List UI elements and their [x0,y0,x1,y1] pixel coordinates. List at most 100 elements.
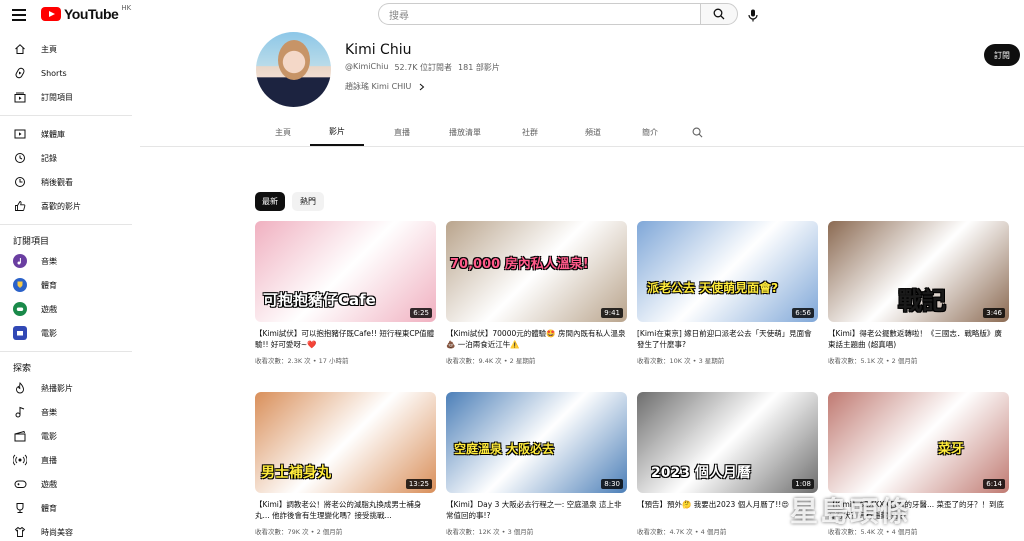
video-title[interactable]: [Kimi在東京] 嫁日前迎口派老公去「天使萌」見面會發生了什麼事? [637,328,818,350]
search-button[interactable] [700,3,738,25]
sports-channel-icon [13,278,27,292]
shorts-icon [13,66,27,80]
sidebar-item-fashion[interactable]: 時尚美容 [0,520,132,541]
like-icon [13,199,27,213]
thumbnail-caption: 2023 個人月曆 [651,465,751,481]
video-thumbnail[interactable]: 空庭溫泉 大阪必去 8:30 [446,392,627,493]
music-icon [13,405,27,419]
trophy-icon [13,501,27,515]
mic-button[interactable] [744,6,762,24]
tab-search[interactable] [684,118,710,146]
youtube-play-icon [41,7,61,21]
video-duration: 6:56 [792,308,814,318]
video-meta: 收看次數：5.1K 次 • 2 個月前 [828,357,918,365]
sidebar-item-label: 遊戲 [41,479,57,489]
sidebar-item-liked[interactable]: 喜歡的影片 [0,194,132,218]
video-meta: 收看次數：2.3K 次 • 17 小時前 [255,357,349,365]
thumbnail-caption: 可抱抱豬仔Cafe [263,291,376,309]
sidebar-item-label: 訂閱項目 [41,92,73,102]
sidebar-sub-gaming[interactable]: 遊戲 [0,297,132,321]
sidebar-item-watch-later[interactable]: 稍後觀看 [0,170,132,194]
sidebar-item-subscriptions[interactable]: 訂閱項目 [0,85,132,109]
video-card[interactable]: 可抱抱豬仔Cafe 6:25 【Kimi試伏】可以抱抱豬仔既Cafe!! 短行程東C… [255,221,436,365]
tab-about[interactable]: 簡介 [616,118,684,146]
sidebar-item-live[interactable]: 直播 [0,448,132,472]
channel-meta: @KimiChiu 52.7K 位訂閱者 181 部影片 [345,62,500,73]
sidebar-sub-music[interactable]: 音樂 [0,249,132,273]
sidebar-sub-movies[interactable]: 電影 [0,321,132,345]
avatar-portrait [278,40,310,80]
sidebar-item-library[interactable]: 媒體庫 [0,122,132,146]
sidebar-item-gaming[interactable]: 遊戲 [0,472,132,496]
video-card[interactable]: 戰記 3:46 【Kimi】得老公擺數返轉啦！《三國志．戰略版》廣東話主題曲 (超真… [828,221,1009,365]
sidebar-item-film[interactable]: 電影 [0,424,132,448]
sidebar-item-label: 熱播影片 [41,383,73,393]
video-meta: 收看次數：12K 次 • 3 個月前 [446,528,534,536]
video-card[interactable]: 派老公去 天使萌見面會? 6:56 [Kimi在東京] 嫁日前迎口派老公去「天使萌」… [637,221,818,365]
subscribe-button[interactable]: 訂閱 [984,44,1020,66]
tab-community[interactable]: 社群 [490,118,570,146]
sidebar-item-sports[interactable]: 體育 [0,496,132,520]
video-card[interactable]: 男士補身丸 13:25 【Kimi】調教老公！將老公的減脂丸換成男士補身丸... 他… [255,392,436,536]
video-title[interactable]: 【Kimi試伏】70000元的體驗🤩 房間內既有私人溫泉💩 一泊兩食近江牛⚠️ [446,328,627,350]
movies-channel-icon [13,326,27,340]
gaming-icon [13,477,27,491]
film-icon [13,429,27,443]
video-title[interactable]: 【Kimi】得老公擺數返轉啦！《三國志．戰略版》廣東話主題曲 (超真唱) [828,328,1009,350]
video-title[interactable]: 【Kimi】Day 3 大阪必去行程之一: 空庭溫泉 這上非常值回的事!? [446,499,627,521]
chevron-right-icon [420,83,425,90]
sidebar-sub-sports[interactable]: 體育 [0,273,132,297]
chip-latest[interactable]: 最新 [255,192,285,211]
video-thumbnail[interactable]: 派老公去 天使萌見面會? 6:56 [637,221,818,322]
video-thumbnail[interactable]: 男士補身丸 13:25 [255,392,436,493]
live-icon [13,453,27,467]
video-thumbnail[interactable]: 70,000 房內私人溫泉! 9:41 [446,221,627,322]
video-thumbnail[interactable]: 菜牙 6:14 [828,392,1009,493]
video-meta: 收看次數：79K 次 • 2 個月前 [255,528,343,536]
sidebar-item-label: Shorts [41,68,67,78]
chip-popular[interactable]: 熱門 [292,192,324,211]
video-card[interactable]: 70,000 房內私人溫泉! 9:41 【Kimi試伏】70000元的體驗🤩 房間內… [446,221,627,365]
divider [0,224,132,225]
video-duration: 3:46 [983,308,1005,318]
tab-home[interactable]: 主頁 [256,118,310,146]
video-count: 181 部影片 [458,63,500,72]
video-meta: 收看次數：9.4K 次 • 2 星期前 [446,357,536,365]
thumbnail-caption: 戰記 [898,287,946,315]
video-thumbnail[interactable]: 可抱抱豬仔Cafe 6:25 [255,221,436,322]
sidebar-item-label: 體育 [41,280,57,290]
subscriber-count: 52.7K 位訂閱者 [394,63,453,72]
sidebar-item-label: 電影 [41,328,57,338]
search-input[interactable]: 搜尋 [378,3,700,25]
search-icon [713,8,725,20]
video-duration: 1:08 [792,479,814,489]
thumbnail-caption: 派老公去 天使萌見面會? [647,281,779,295]
tab-videos[interactable]: 影片 [310,118,364,146]
video-duration: 9:41 [601,308,623,318]
sidebar-item-history[interactable]: 記錄 [0,146,132,170]
thumbnail-caption: 70,000 房內私人溫泉! [450,257,589,272]
thumbnail-caption: 菜牙 [938,442,965,457]
subscriptions-icon [13,90,27,104]
sidebar-item-music[interactable]: 音樂 [0,400,132,424]
menu-icon[interactable] [12,6,30,24]
video-duration: 6:14 [983,479,1005,489]
sidebar-item-home[interactable]: 主頁 [0,37,132,61]
channel-name: Kimi Chiu [345,42,412,58]
video-thumbnail[interactable]: 2023 個人月曆 1:08 [637,392,818,493]
youtube-logo[interactable]: YouTube HK [41,4,131,22]
channel-description[interactable]: 趙詠瑤 Kimi CHIU [345,81,425,92]
video-duration: 6:25 [410,308,432,318]
video-card[interactable]: 空庭溫泉 大阪必去 8:30 【Kimi】Day 3 大阪必去行程之一: 空庭溫泉 … [446,392,627,536]
video-thumbnail[interactable]: 戰記 3:46 [828,221,1009,322]
tab-live[interactable]: 直播 [364,118,440,146]
sidebar-item-label: 音樂 [41,256,57,266]
sidebar-item-label: 記錄 [41,153,57,163]
video-title[interactable]: 【Kimi】調教老公！將老公的減脂丸換成男士補身丸... 他詐後會有生理變化嗎？… [255,499,436,521]
tab-channels[interactable]: 頻道 [570,118,616,146]
sidebar-item-shorts[interactable]: Shorts [0,61,132,85]
video-title[interactable]: 【Kimi試伏】可以抱抱豬仔既Cafe!! 短行程東CP值體驗!! 好可愛呀~❤… [255,328,436,350]
channel-avatar[interactable] [256,32,331,107]
tab-playlists[interactable]: 播放清單 [440,118,490,146]
sidebar-item-trending[interactable]: 熱播影片 [0,376,132,400]
